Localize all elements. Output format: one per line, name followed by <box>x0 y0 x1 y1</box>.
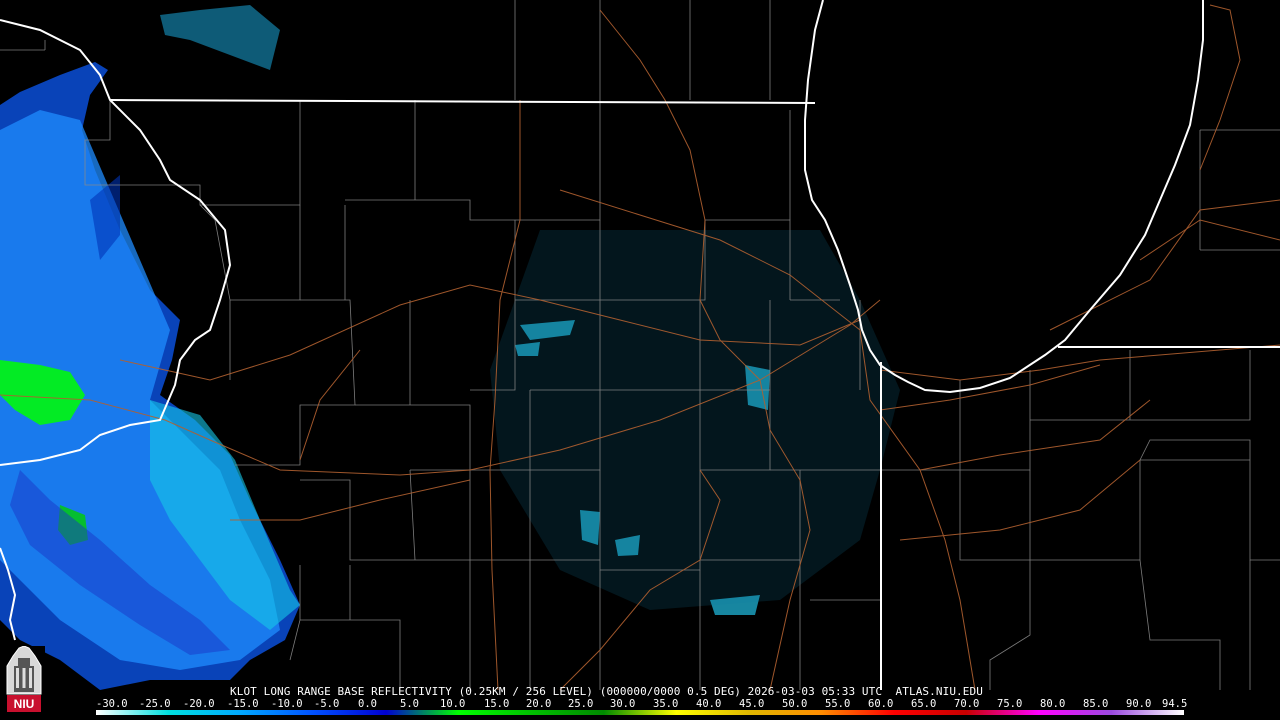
legend-label: -10.0 <box>271 698 303 710</box>
legend-label: 75.0 <box>997 698 1023 710</box>
legend-label: 40.0 <box>696 698 722 710</box>
legend-label: 10.0 <box>440 698 466 710</box>
legend-label: 80.0 <box>1040 698 1066 710</box>
niu-logo: NIU <box>3 646 45 716</box>
legend-label: 5.0 <box>400 698 419 710</box>
legend-label: 85.0 <box>1083 698 1109 710</box>
legend-label: 30.0 <box>610 698 636 710</box>
legend-label: 35.0 <box>653 698 679 710</box>
legend-label: 94.5 <box>1162 698 1188 710</box>
legend-label: 60.0 <box>868 698 894 710</box>
legend-label: 65.0 <box>911 698 937 710</box>
legend-label: 15.0 <box>484 698 510 710</box>
legend-label: -25.0 <box>139 698 171 710</box>
legend-label: -30.0 <box>96 698 128 710</box>
legend-label: 50.0 <box>782 698 808 710</box>
niu-logo-text: NIU <box>14 697 35 711</box>
legend-scale: -30.0 -25.0 -20.0 -15.0 -10.0 -5.0 0.0 5… <box>96 698 1196 710</box>
legend-label: 25.0 <box>568 698 594 710</box>
reflectivity-color-bar <box>96 710 1184 715</box>
legend-label: 0.0 <box>358 698 377 710</box>
product-title: KLOT LONG RANGE BASE REFLECTIVITY (0.25K… <box>230 685 983 698</box>
legend-label: -20.0 <box>183 698 215 710</box>
legend-label: 45.0 <box>739 698 765 710</box>
legend-label: 55.0 <box>825 698 851 710</box>
legend-label: 20.0 <box>526 698 552 710</box>
legend-label: -15.0 <box>227 698 259 710</box>
legend-label: 90.0 <box>1126 698 1152 710</box>
legend-label: -5.0 <box>314 698 340 710</box>
legend-label: 70.0 <box>954 698 980 710</box>
radar-map <box>0 0 1280 720</box>
